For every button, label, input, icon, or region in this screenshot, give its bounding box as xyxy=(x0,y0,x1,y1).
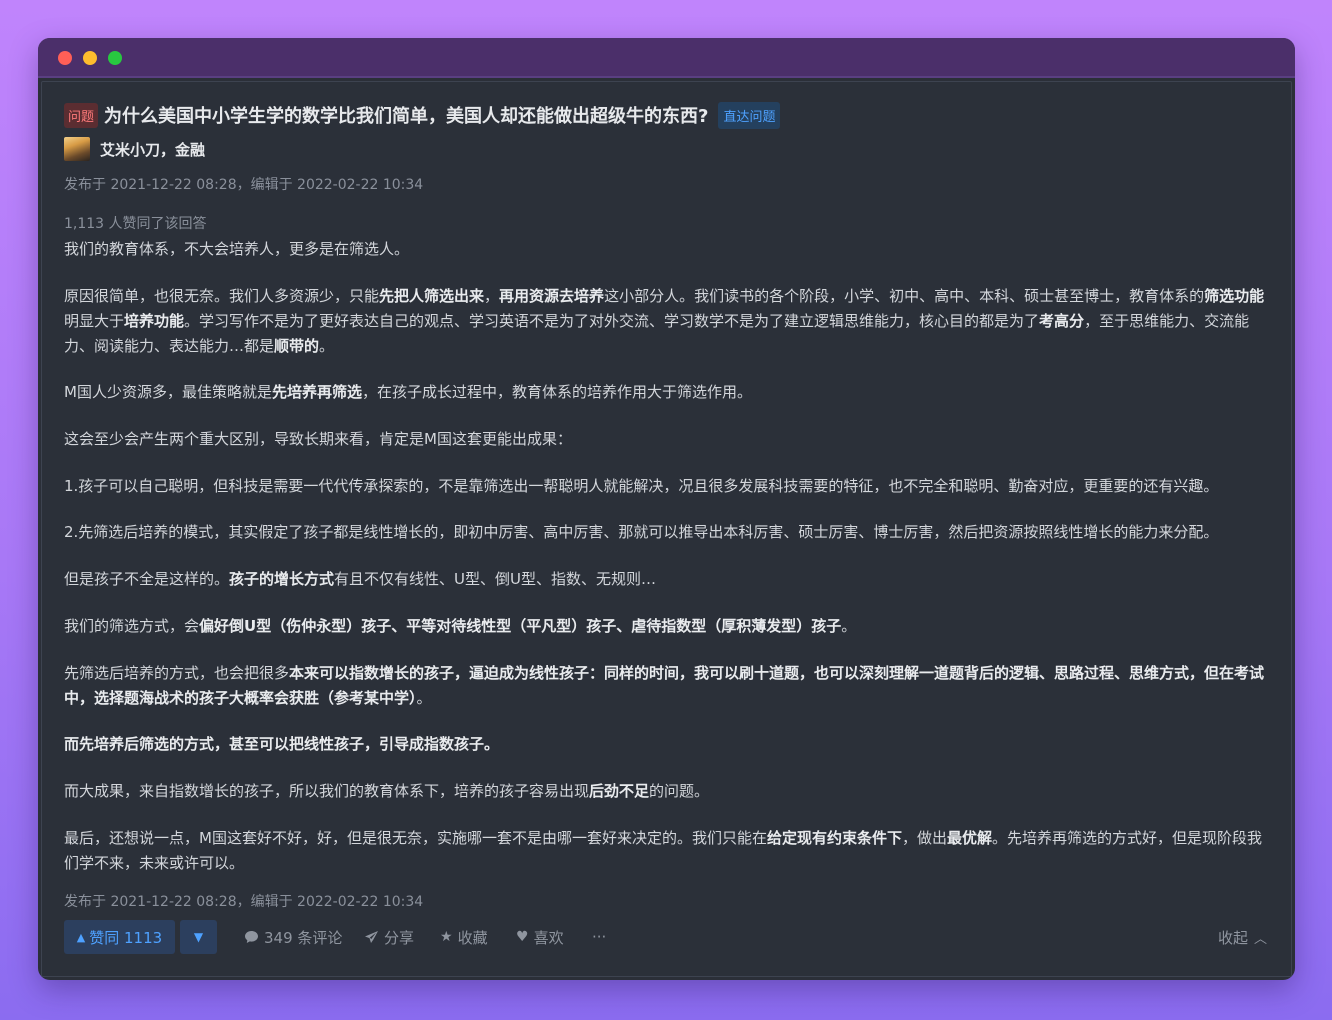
maximize-window-button[interactable] xyxy=(108,51,122,65)
bold-text: 培养功能 xyxy=(124,312,185,330)
bold-text: 给定现有约束条件下 xyxy=(766,829,902,847)
author-row: 艾米小刀，金融 xyxy=(64,137,205,161)
text-segment: ， xyxy=(484,287,500,305)
answer-paragraph: 原因很简单，也很无奈。我们人多资源少，只能先把人筛选出来，再用资源去培养这小部分… xyxy=(64,284,1267,359)
text-segment: 。 xyxy=(416,689,432,707)
likes-count-text: 1,113 人赞同了该回答 xyxy=(64,216,207,232)
answer-card: 问题 为什么美国中小学生学的数学比我们简单，美国人却还能做出超级牛的东西? 直达… xyxy=(41,81,1292,977)
answer-paragraph: 但是孩子不全是这样的。孩子的增长方式有且不仅有线性、U型、倒U型、指数、无规则… xyxy=(64,567,1267,592)
bold-text: 偏好倒U型（伤仲永型）孩子、平等对待线性型（平凡型）孩子、虐待指数型（厚积薄发型… xyxy=(199,617,842,635)
publish-time-bottom: 发布于 2021-12-22 08:28，编辑于 2022-02-22 10:3… xyxy=(64,894,424,910)
bold-text: 再用资源去培养 xyxy=(499,287,605,305)
text-segment: 我们的教育体系，不大会培养人，更多是在筛选人。 xyxy=(64,240,410,258)
share-icon xyxy=(365,931,378,943)
bold-text: 后劲不足 xyxy=(589,782,650,800)
text-segment: 这会至少会产生两个重大区别，导致长期来看，肯定是M国这套更能出成果： xyxy=(64,430,572,448)
text-segment: ，做出 xyxy=(901,829,947,847)
avatar[interactable] xyxy=(64,137,90,161)
text-segment: M国人少资源多，最佳策略就是 xyxy=(64,383,272,401)
bold-text: 孩子的增长方式 xyxy=(229,570,335,588)
favorite-label: 收藏 xyxy=(457,928,488,947)
upvote-label: 赞同 1113 xyxy=(89,928,163,947)
comment-icon xyxy=(245,931,258,943)
comments-label: 349 条评论 xyxy=(264,928,343,947)
text-segment: 原因很简单，也很无奈。我们人多资源少，只能 xyxy=(64,287,380,305)
collapse-label: 收起 xyxy=(1217,928,1248,947)
bold-text: 筛选功能 xyxy=(1204,287,1265,305)
share-label: 分享 xyxy=(384,928,415,947)
text-segment: 先筛选后培养的方式，也会把很多 xyxy=(64,664,290,682)
downvote-icon: ▼ xyxy=(193,930,204,944)
text-segment: 1.孩子可以自己聪明，但科技是需要一代代传承探索的，不是靠筛选出一帮聪明人就能解… xyxy=(64,477,1219,495)
favorite-button[interactable]: ★ 收藏 xyxy=(440,920,488,954)
answer-paragraph: M国人少资源多，最佳策略就是先培养再筛选，在孩子成长过程中，教育体系的培养作用大… xyxy=(64,380,1267,405)
upvote-icon: ▲ xyxy=(76,930,86,944)
bold-text: 先培养再筛选 xyxy=(271,383,362,401)
text-segment: 我们的筛选方式，会 xyxy=(64,617,200,635)
title-bar xyxy=(38,38,1295,78)
bold-text: 而先培养后筛选的方式，甚至可以把线性孩子，引导成指数孩子。 xyxy=(64,735,500,753)
text-segment: 最后，还想说一点，M国这套好不好，好，但是很无奈，实施哪一套不是由哪一套好来决定… xyxy=(64,829,767,847)
bold-text: 顺带的 xyxy=(274,337,320,355)
answer-paragraph: 而大成果，来自指数增长的孩子，所以我们的教育体系下，培养的孩子容易出现后劲不足的… xyxy=(64,779,1267,804)
answer-paragraph: 这会至少会产生两个重大区别，导致长期来看，肯定是M国这套更能出成果： xyxy=(64,427,1267,452)
answer-paragraph: 1.孩子可以自己聪明，但科技是需要一代代传承探索的，不是靠筛选出一帮聪明人就能解… xyxy=(64,474,1267,499)
downvote-button[interactable]: ▼ xyxy=(180,920,217,954)
app-window: 问题 为什么美国中小学生学的数学比我们简单，美国人却还能做出超级牛的东西? 直达… xyxy=(38,38,1295,980)
answer-paragraph: 2.先筛选后培养的模式，其实假定了孩子都是线性增长的，即初中厉害、高中厉害、那就… xyxy=(64,520,1267,545)
like-label: 喜欢 xyxy=(533,928,564,947)
like-button[interactable]: ♥ 喜欢 xyxy=(516,920,564,954)
star-icon: ★ xyxy=(440,929,453,945)
comments-button[interactable]: 349 条评论 xyxy=(244,920,342,954)
question-title[interactable]: 为什么美国中小学生学的数学比我们简单，美国人却还能做出超级牛的东西? xyxy=(104,102,708,128)
text-segment: 而大成果，来自指数增长的孩子，所以我们的教育体系下，培养的孩子容易出现 xyxy=(64,782,590,800)
answer-paragraph: 我们的教育体系，不大会培养人，更多是在筛选人。 xyxy=(64,237,1267,262)
publish-time: 发布于 2021-12-22 08:28，编辑于 2022-02-22 10:3… xyxy=(64,177,424,193)
question-tag: 问题 xyxy=(64,102,99,128)
close-window-button[interactable] xyxy=(58,51,72,65)
text-segment: 。 xyxy=(319,337,335,355)
text-segment: 。 xyxy=(841,617,857,635)
text-segment: 这小部分人。我们读书的各个阶段，小学、初中、高中、本科、硕士甚至博士，教育体系的 xyxy=(604,287,1205,305)
more-button[interactable]: ··· xyxy=(592,920,606,954)
bold-text: 先把人筛选出来 xyxy=(379,287,485,305)
bold-text: 考高分 xyxy=(1039,312,1085,330)
collapse-button[interactable]: 收起 ︿ xyxy=(1218,920,1267,954)
answer-paragraph: 最后，还想说一点，M国这套好不好，好，但是很无奈，实施哪一套不是由哪一套好来决定… xyxy=(64,826,1267,876)
upvote-button[interactable]: ▲ 赞同 1113 xyxy=(64,920,175,954)
action-bar: ▲ 赞同 1113 ▼ 349 条评论 分享 ★ 收藏 ♥ 喜欢 ··· 收起 … xyxy=(64,920,1267,954)
text-segment: ，在孩子成长过程中，教育体系的培养作用大于筛选作用。 xyxy=(361,383,752,401)
heart-icon: ♥ xyxy=(516,929,529,945)
text-segment: 。学习写作不是为了更好表达自己的观点、学习英语不是为了对外交流、学习数学不是为了… xyxy=(184,312,1040,330)
author-name[interactable]: 艾米小刀，金融 xyxy=(100,139,205,160)
text-segment: 2.先筛选后培养的模式，其实假定了孩子都是线性增长的，即初中厉害、高中厉害、那就… xyxy=(64,523,1219,541)
question-header: 问题 为什么美国中小学生学的数学比我们简单，美国人却还能做出超级牛的东西? 直达… xyxy=(64,101,781,129)
text-segment: 明显大于 xyxy=(64,312,125,330)
share-button[interactable]: 分享 xyxy=(364,920,414,954)
bold-text: 最优解 xyxy=(946,829,992,847)
text-segment: 有且不仅有线性、U型、倒U型、指数、无规则… xyxy=(334,570,656,588)
answer-paragraph: 先筛选后培养的方式，也会把很多本来可以指数增长的孩子，逼迫成为线性孩子：同样的时… xyxy=(64,661,1267,711)
answer-paragraph: 而先培养后筛选的方式，甚至可以把线性孩子，引导成指数孩子。 xyxy=(64,732,1267,757)
minimize-window-button[interactable] xyxy=(83,51,97,65)
answer-paragraph: 我们的筛选方式，会偏好倒U型（伤仲永型）孩子、平等对待线性型（平凡型）孩子、虐待… xyxy=(64,614,1267,639)
chevron-up-icon: ︿ xyxy=(1253,931,1267,947)
text-segment: 但是孩子不全是这样的。 xyxy=(64,570,230,588)
more-icon: ··· xyxy=(592,928,607,946)
text-segment: 的问题。 xyxy=(649,782,710,800)
goto-question-link[interactable]: 直达问题 xyxy=(718,101,781,129)
